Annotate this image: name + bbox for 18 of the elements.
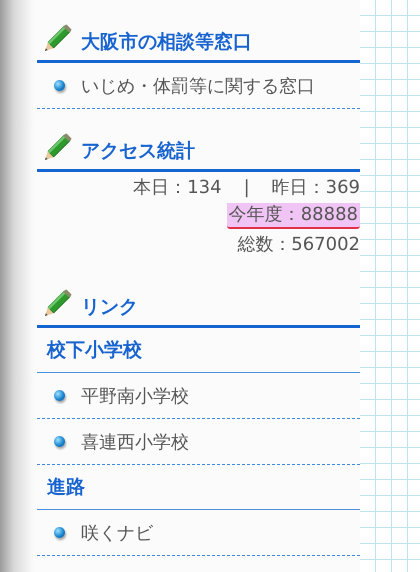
counter-text: 昨日：369 bbox=[272, 176, 360, 200]
link[interactable]: 咲くナビ bbox=[81, 520, 153, 544]
link[interactable]: 喜連西小学校 bbox=[81, 430, 189, 454]
bullet-icon bbox=[54, 80, 65, 91]
bullet-icon bbox=[54, 527, 65, 538]
section-heading: アクセス統計 bbox=[81, 139, 195, 164]
highlighted-counter-text: 今年度：88888 bbox=[226, 203, 360, 229]
bullet-icon bbox=[54, 436, 65, 447]
counter-text: 本日：134 bbox=[133, 176, 222, 200]
subheading: 校下小学校 bbox=[47, 338, 142, 363]
counter-text: 総数：567002 bbox=[237, 233, 360, 257]
section-heading: リンク bbox=[81, 295, 138, 320]
bullet-icon bbox=[54, 390, 65, 401]
section-heading: 大阪市の相談等窓口 bbox=[81, 30, 252, 55]
link[interactable]: 平野南小学校 bbox=[81, 384, 189, 408]
subheading: 進路 bbox=[47, 475, 85, 500]
separator: | bbox=[244, 176, 250, 200]
link[interactable]: いじめ・体罰等に関する窓口 bbox=[81, 74, 315, 98]
